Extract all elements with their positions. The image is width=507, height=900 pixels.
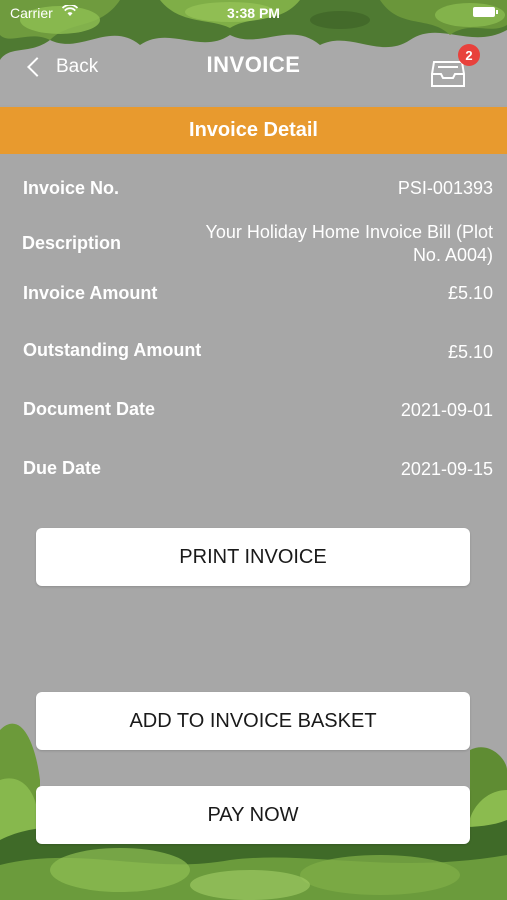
detail-value: £5.10 (447, 283, 493, 303)
detail-value-line: No. A004) (412, 245, 493, 265)
section-header: Invoice Detail (0, 107, 507, 154)
detail-value: 2021-09-15 (400, 459, 493, 479)
detail-label: Outstanding Amount (23, 340, 202, 360)
detail-label: Description (22, 233, 122, 253)
detail-value-line: Your Holiday Home Invoice Bill (Plot (205, 222, 493, 242)
detail-value: PSI-001393 (397, 178, 493, 198)
detail-value-multiline: Your Holiday Home Invoice Bill (Plot No.… (206, 222, 493, 266)
status-bar: Carrier 3:38 PM (0, 0, 507, 28)
basket-count-badge: 2 (458, 44, 480, 66)
detail-label: Invoice No. (23, 178, 120, 198)
detail-label: Document Date (23, 399, 156, 419)
detail-value: £5.10 (447, 342, 493, 362)
detail-label: Invoice Amount (23, 283, 158, 303)
print-invoice-button[interactable]: PRINT INVOICE (36, 528, 470, 586)
status-time: 3:38 PM (227, 5, 280, 21)
battery-icon (473, 7, 498, 17)
add-to-invoice-basket-button[interactable]: ADD TO INVOICE BASKET (36, 692, 470, 750)
detail-value: 2021-09-01 (400, 400, 493, 420)
pay-now-button[interactable]: PAY NOW (36, 786, 470, 844)
invoice-basket-button[interactable]: 2 (428, 44, 480, 88)
detail-label: Due Date (23, 458, 102, 478)
